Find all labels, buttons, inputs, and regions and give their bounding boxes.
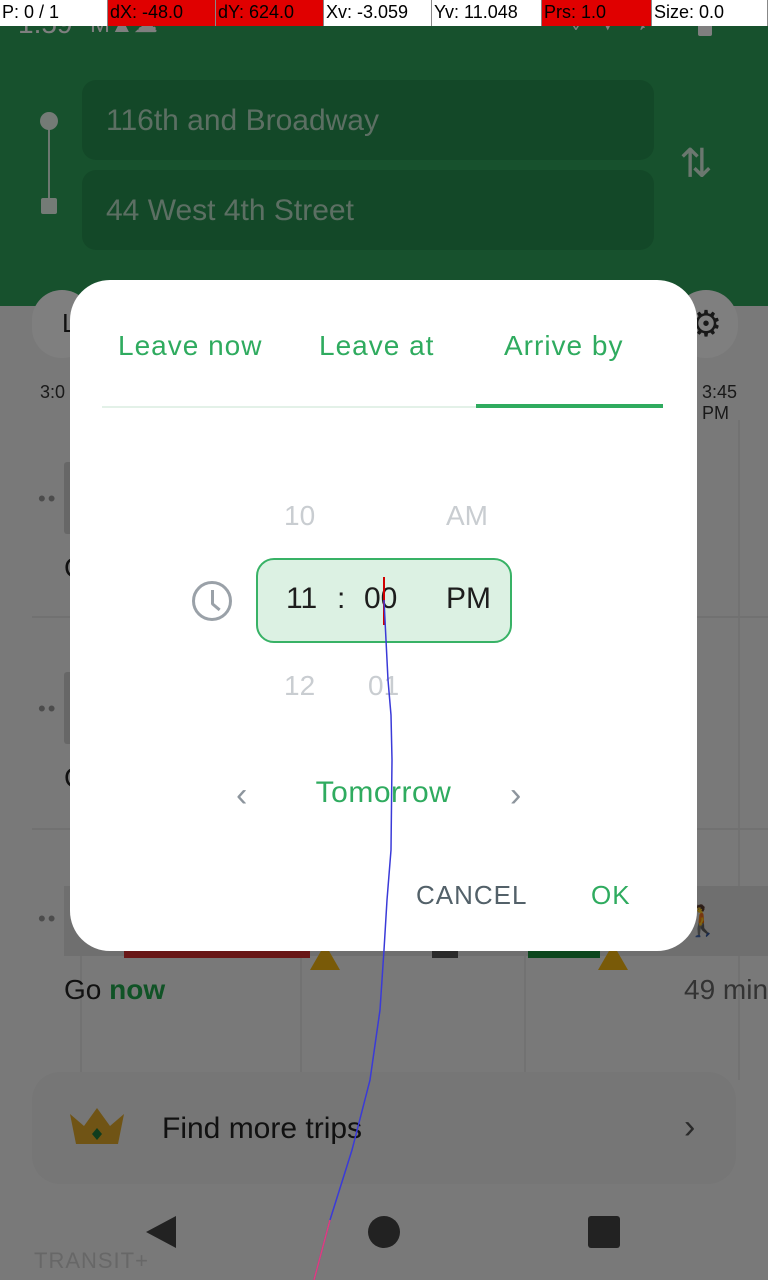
period-wheel[interactable]: PM bbox=[446, 582, 491, 616]
debug-dx: dX: -48.0 bbox=[108, 0, 216, 26]
minute-wheel[interactable]: 00 bbox=[364, 582, 397, 616]
debug-yv: Yv: 11.048 bbox=[432, 0, 542, 26]
hour-option-prev[interactable]: 10 bbox=[284, 500, 315, 532]
tab-leave-at[interactable]: Leave at bbox=[319, 330, 434, 362]
debug-pressure: Prs: 1.0 bbox=[542, 0, 652, 26]
hour-option-next[interactable]: 12 bbox=[284, 670, 315, 702]
time-picker-dialog: Leave now Leave at Arrive by 10 AM 11 : … bbox=[70, 280, 697, 951]
clock-icon bbox=[192, 581, 232, 621]
tab-leave-now[interactable]: Leave now bbox=[118, 330, 262, 362]
period-option-prev[interactable]: AM bbox=[446, 500, 488, 532]
day-label: Tomorrow bbox=[315, 776, 452, 809]
minute-option-next[interactable]: 01 bbox=[368, 670, 399, 702]
cancel-button[interactable]: CANCEL bbox=[416, 880, 527, 911]
tab-arrive-by[interactable]: Arrive by bbox=[504, 330, 623, 362]
pointer-debug-bar: P: 0 / 1 dX: -48.0 dY: 624.0 Xv: -3.059 … bbox=[0, 0, 768, 26]
ok-button[interactable]: OK bbox=[591, 880, 631, 911]
debug-size: Size: 0.0 bbox=[652, 0, 768, 26]
chevron-right-icon[interactable]: › bbox=[510, 776, 521, 815]
selected-tab-indicator bbox=[476, 404, 663, 408]
time-separator: : bbox=[337, 582, 346, 615]
debug-xv: Xv: -3.059 bbox=[324, 0, 432, 26]
hour-wheel[interactable]: 11 bbox=[286, 582, 317, 616]
debug-pointer-count: P: 0 / 1 bbox=[0, 0, 108, 26]
debug-dy: dY: 624.0 bbox=[216, 0, 324, 26]
